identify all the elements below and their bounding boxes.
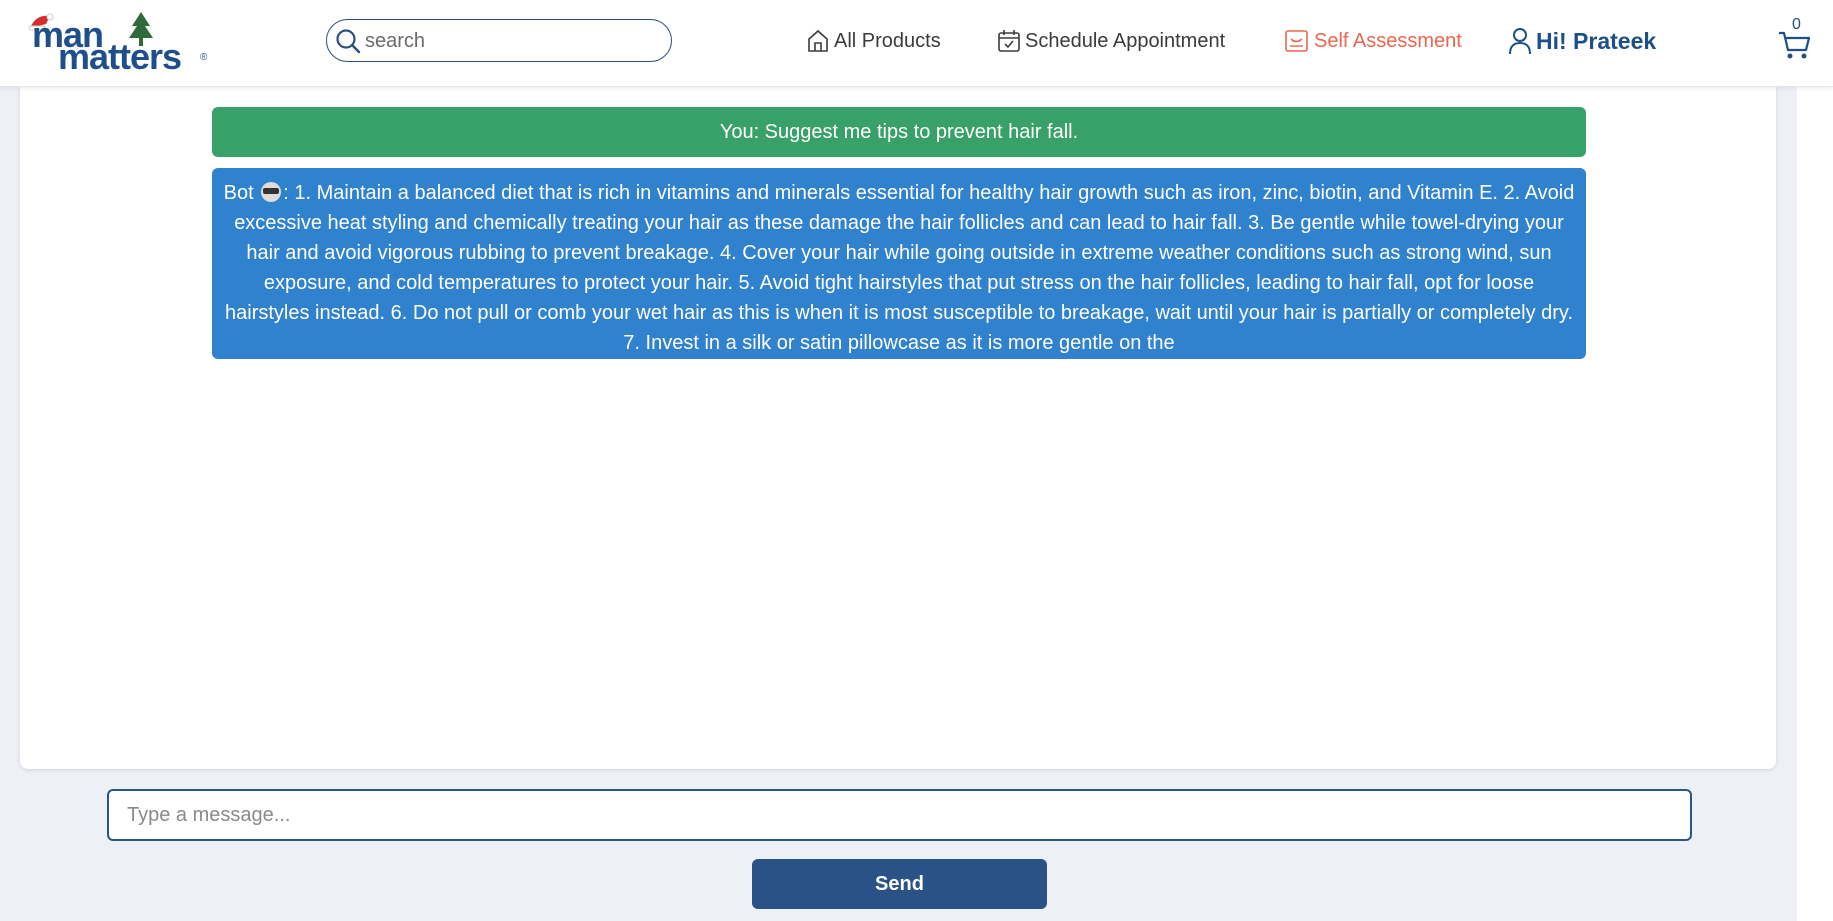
nav-all-products-label: All Products (834, 29, 941, 52)
bot-message: Bot : 1. Maintain a balanced diet that i… (212, 168, 1586, 359)
bot-message-text: : 1. Maintain a balanced diet that is ri… (225, 182, 1575, 354)
user-greeting: Hi! Prateek (1536, 27, 1657, 54)
cart-icon (1779, 31, 1811, 59)
man-matters-logo[interactable]: man matters ® (28, 10, 208, 77)
nav-schedule-label: Schedule Appointment (1025, 29, 1226, 52)
nav-schedule-appointment[interactable]: Schedule Appointment (997, 24, 1225, 58)
site-header: man matters ® All Products Sch (0, 0, 1833, 87)
nav-all-products[interactable]: All Products (806, 24, 941, 58)
search-input[interactable] (363, 26, 662, 56)
calendar-icon (998, 30, 1020, 52)
logo-text-matters: matters (58, 36, 182, 77)
assessment-icon (1285, 30, 1308, 52)
home-icon (808, 29, 828, 52)
nav-self-assessment-label: Self Assessment (1314, 29, 1462, 52)
message-input[interactable] (107, 789, 1692, 841)
bot-emoji-icon (261, 182, 282, 202)
search-icon[interactable] (335, 28, 361, 59)
nav-self-assessment[interactable]: Self Assessment (1284, 24, 1462, 58)
cart-button[interactable]: 0 (1778, 16, 1812, 60)
nav-user-account[interactable]: Hi! Prateek (1508, 24, 1656, 58)
user-icon (1509, 28, 1531, 55)
scrollbar-track[interactable] (1797, 86, 1833, 921)
tree-icon (129, 12, 153, 46)
user-message: You: Suggest me tips to prevent hair fal… (212, 107, 1586, 157)
registered-mark: ® (200, 52, 208, 63)
send-button[interactable]: Send (752, 859, 1047, 909)
search-box[interactable] (326, 19, 672, 62)
bot-message-prefix: Bot (223, 182, 254, 204)
chat-window: You: Suggest me tips to prevent hair fal… (20, 86, 1776, 769)
